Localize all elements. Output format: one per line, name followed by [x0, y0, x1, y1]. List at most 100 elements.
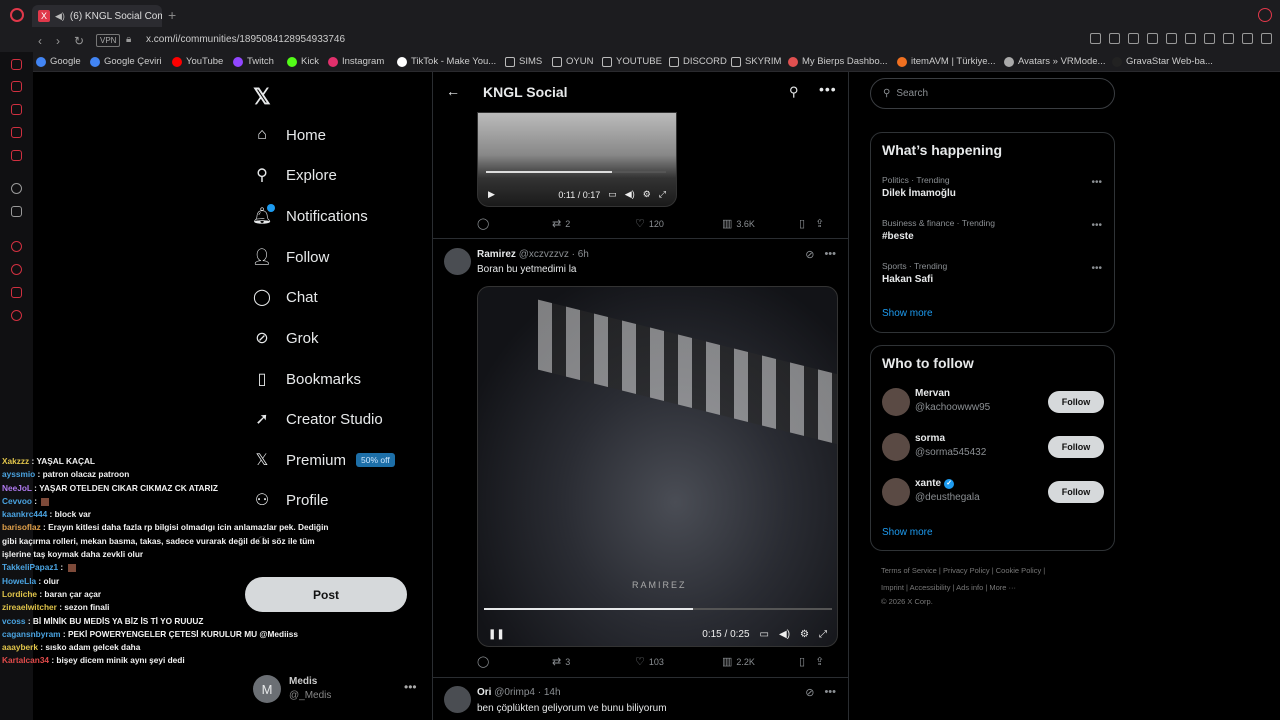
chat-username[interactable]: barisoflaz [2, 522, 41, 532]
chat-username[interactable]: kaankrc444 [2, 509, 47, 519]
video-progress-bar[interactable] [484, 608, 832, 610]
translate-icon[interactable] [1166, 33, 1177, 44]
chatgpt-icon[interactable] [11, 183, 22, 194]
more-icon[interactable]: ••• [824, 686, 836, 699]
bookmark-item[interactable]: DISCORD [669, 56, 727, 67]
video-player[interactable]: RAMIREZ ❚❚ 0:15 / 0:25 ▭ ◀) ⚙ ⤢ [477, 286, 838, 647]
like-button[interactable]: ♡ 103 [635, 655, 722, 668]
bookmark-item[interactable]: GravaStar Web-ba... [1112, 56, 1213, 67]
settings-icon[interactable]: ⚙ [643, 189, 651, 200]
settings-icon[interactable] [11, 310, 22, 321]
history-icon[interactable] [11, 264, 22, 275]
follow-button[interactable]: Follow [1048, 391, 1104, 413]
follow-button[interactable]: Follow [1048, 436, 1104, 458]
nav-grok[interactable]: ⊘ Grok [253, 325, 318, 351]
sidebar-app-icon[interactable] [11, 150, 22, 161]
extensions-sidebar-icon[interactable] [11, 287, 22, 298]
bookmark-item[interactable]: SKYRIM [731, 56, 781, 67]
player-icon[interactable] [11, 241, 22, 252]
post-author[interactable]: Ramirez @xczvzzvz · 6h [477, 249, 589, 260]
chat-username[interactable]: vcoss [2, 616, 26, 626]
video-player[interactable]: ▶ 0:11 / 0:17 ▭ ◀) ⚙ ⤢ [477, 112, 677, 207]
nav-follow[interactable]: 👤︎ Follow [252, 244, 330, 270]
captions-icon[interactable]: ▭ [760, 629, 769, 640]
nav-explore[interactable]: ⚲ Explore [253, 162, 337, 188]
bookmark-page-icon[interactable] [1090, 33, 1101, 44]
bookmark-item[interactable]: TikTok - Make You... [397, 56, 496, 67]
pause-icon[interactable]: ❚❚ [488, 629, 505, 640]
footer-links[interactable]: Terms of Service | Privacy Policy | Cook… [881, 566, 1045, 575]
avatar[interactable] [444, 686, 471, 713]
account-handle[interactable]: @_Medis [289, 690, 331, 701]
chat-username[interactable]: Lordiche [2, 589, 37, 599]
chat-username[interactable]: cagansnbyram [2, 629, 61, 639]
trend-more-icon[interactable]: ••• [1091, 177, 1102, 188]
post-author[interactable]: Ori @0rimp4 · 14h [477, 687, 561, 698]
avatar[interactable] [882, 388, 910, 416]
volume-icon[interactable]: ◀) [779, 629, 790, 640]
reply-button[interactable]: ◯ [477, 217, 552, 230]
shield-icon[interactable] [1128, 33, 1139, 44]
account-name[interactable]: Medis [289, 676, 317, 687]
nav-home[interactable]: ⌂ Home [253, 122, 326, 148]
new-tab-icon[interactable]: + [168, 7, 176, 23]
bookmark-icon[interactable]: ▯ [799, 655, 805, 668]
vpn-badge[interactable]: VPN [96, 34, 121, 47]
nav-notifications[interactable]: 🔔︎ Notifications [252, 203, 368, 229]
forward-arrow-icon[interactable]: › [56, 34, 60, 48]
follow-suggestion-name[interactable]: sorma [915, 433, 945, 444]
grok-icon[interactable]: ⊘ [805, 686, 814, 699]
footer-links[interactable]: Imprint | Accessibility | Ads info | Mor… [881, 583, 1016, 592]
chat-username[interactable]: NeeJoL [2, 483, 32, 493]
share-icon[interactable]: ⇪ [815, 655, 824, 668]
chat-username[interactable]: zireaelwitcher [2, 602, 57, 612]
avatar[interactable] [882, 478, 910, 506]
repost-button[interactable]: ⇄ 2 [552, 217, 635, 230]
snapshot-icon[interactable] [1109, 33, 1120, 44]
bookmark-item[interactable]: SIMS [505, 56, 542, 67]
search-tabs-icon[interactable] [1258, 8, 1272, 22]
volume-icon[interactable]: ◀) [625, 189, 635, 200]
x-logo-icon[interactable]: 𝕏 [253, 84, 271, 110]
chat-username[interactable]: TakkeliPapaz1 [2, 562, 58, 572]
nav-bookmarks[interactable]: ▯ Bookmarks [253, 366, 361, 392]
bookmark-item[interactable]: Instagram [328, 56, 384, 67]
search-icon[interactable]: ⚲ [789, 84, 799, 100]
repost-button[interactable]: ⇄ 3 [552, 655, 635, 668]
follow-suggestion-name[interactable]: xante ✓ [915, 478, 955, 489]
chat-username[interactable]: Xakzzz [2, 456, 29, 466]
account-avatar[interactable]: M [253, 675, 281, 703]
chat-username[interactable]: Kartalcan34 [2, 655, 49, 665]
captions-icon[interactable]: ▭ [608, 189, 617, 200]
views-button[interactable]: ▥ 3.6K [722, 217, 799, 230]
bookmark-icon[interactable]: ▯ [799, 217, 805, 230]
play-icon[interactable] [1185, 33, 1196, 44]
chat-username[interactable]: ayssmio [2, 469, 35, 479]
bookmark-item[interactable]: Google [36, 56, 81, 67]
trend-name[interactable]: Hakan Safi [882, 274, 933, 285]
bookmark-item[interactable]: My Bierps Dashbo... [788, 56, 888, 67]
like-button[interactable]: ♡ 120 [635, 217, 722, 230]
trend-name[interactable]: #beste [882, 231, 914, 242]
avatar[interactable] [444, 248, 471, 275]
follow-button[interactable]: Follow [1048, 481, 1104, 503]
show-more-link[interactable]: Show more [882, 527, 933, 538]
trend-more-icon[interactable]: ••• [1091, 263, 1102, 274]
play-icon[interactable]: ▶ [488, 189, 495, 200]
wallet-icon[interactable] [1147, 33, 1158, 44]
trend-name[interactable]: Dilek İmamoğlu [882, 188, 956, 199]
heart-icon[interactable] [1204, 33, 1215, 44]
url-field[interactable]: x.com/i/communities/1895084128954933746 [146, 34, 345, 45]
fullscreen-icon[interactable]: ⤢ [819, 629, 827, 640]
nav-creator-studio[interactable]: ➚ Creator Studio [253, 406, 382, 432]
share-icon[interactable]: ⇪ [815, 217, 824, 230]
bookmark-item[interactable]: YouTube [172, 56, 223, 67]
follow-suggestion-name[interactable]: Mervan [915, 388, 950, 399]
sidebar-app-icon[interactable] [11, 81, 22, 92]
sidebar-app-icon[interactable] [11, 127, 22, 138]
opera-logo-icon[interactable] [10, 8, 24, 22]
bookmark-item[interactable]: OYUN [552, 56, 593, 67]
browser-tab[interactable]: X ◀) (6) KNGL Social Comm [32, 5, 162, 27]
more-icon[interactable]: ••• [819, 81, 837, 97]
grok-icon[interactable]: ⊘ [805, 248, 814, 261]
